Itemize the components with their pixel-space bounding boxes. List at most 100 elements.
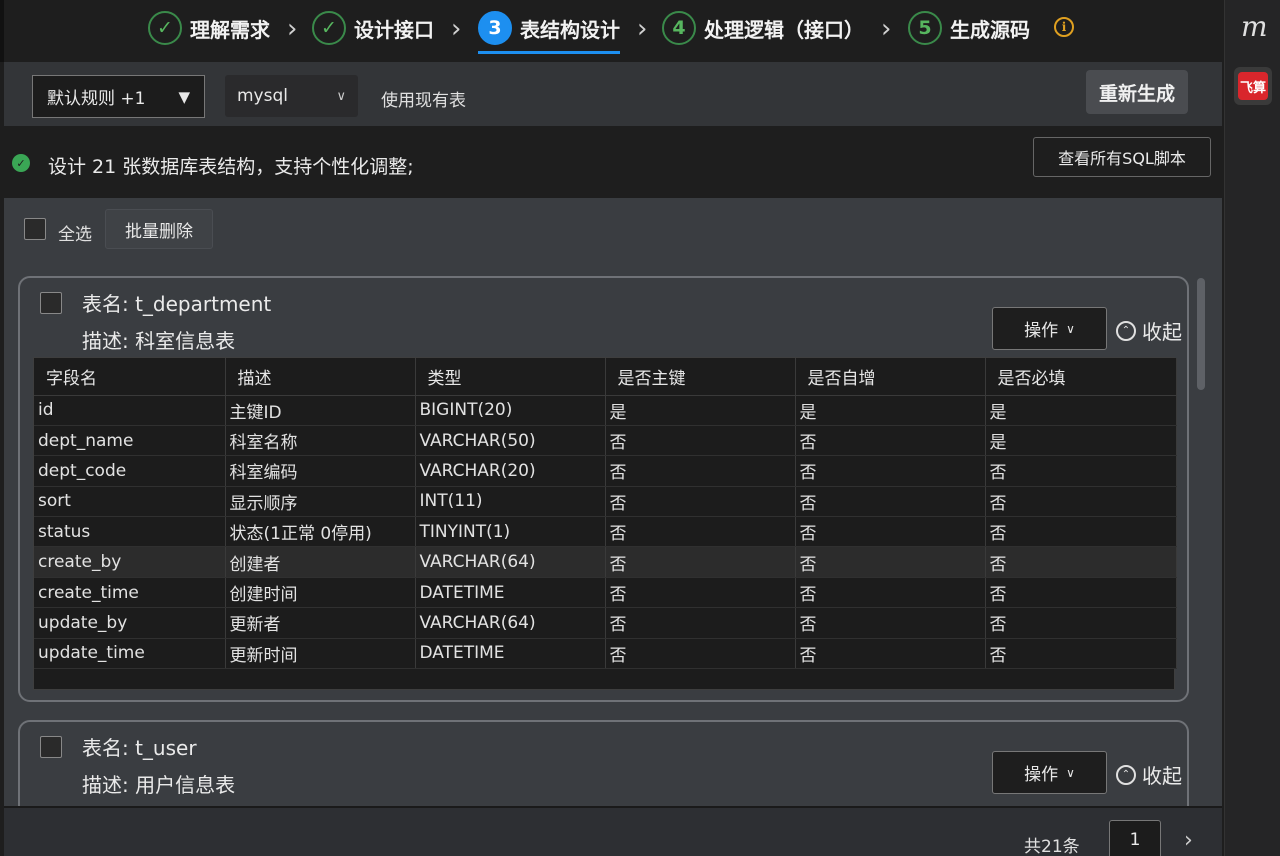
- table-row[interactable]: dept_name 科室名称 VARCHAR(50) 否否是: [34, 425, 1177, 457]
- step-number-badge: 4: [662, 11, 696, 45]
- table-cell: 否: [795, 425, 986, 457]
- step-table-design[interactable]: 3 表结构设计: [478, 8, 620, 54]
- chevron-down-icon: ∨: [336, 88, 346, 104]
- operations-dropdown[interactable]: 操作 ∨: [992, 751, 1107, 794]
- triangle-down-icon: ▼: [178, 87, 190, 106]
- table-cell: 否: [985, 455, 1177, 487]
- table-cell: 否: [795, 577, 986, 609]
- m-logo[interactable]: m: [1241, 10, 1268, 43]
- table-card: 表名: t_user 描述: 用户信息表 操作 ∨ ⌃ 收起: [18, 720, 1189, 806]
- database-select-value: mysql: [237, 86, 288, 106]
- page-number-input[interactable]: 1: [1109, 820, 1161, 856]
- check-circle-icon: ✓: [12, 154, 30, 172]
- status-text: 设计 21 张数据库表结构，支持个性化调整;: [48, 156, 414, 178]
- table-row[interactable]: create_by 创建者 VARCHAR(64) 否否否: [34, 546, 1177, 578]
- table-cell: VARCHAR(64): [415, 546, 606, 578]
- batch-delete-button[interactable]: 批量删除: [105, 209, 213, 249]
- table-row[interactable]: dept_code 科室编码 VARCHAR(20) 否否否: [34, 455, 1177, 487]
- table-cell: 是: [605, 395, 796, 426]
- collapse-toggle[interactable]: ⌃ 收起: [1116, 316, 1182, 345]
- active-step-underline: [478, 51, 620, 54]
- table-row[interactable]: status 状态(1正常 0停用) TINYINT(1) 否否否: [34, 516, 1177, 548]
- column-header: 字段名: [34, 358, 226, 396]
- table-cell: 否: [985, 577, 1177, 609]
- vertical-scrollbar[interactable]: [1197, 278, 1205, 390]
- table-cell: 否: [795, 455, 986, 487]
- step-process-logic[interactable]: 4 处理逻辑（接口）: [662, 8, 864, 48]
- table-cell: DATETIME: [415, 638, 606, 670]
- table-header-row: 字段名 描述 类型 是否主键 是否自增 是否必填: [34, 358, 1177, 396]
- view-all-sql-button[interactable]: 查看所有SQL脚本: [1033, 137, 1211, 177]
- table-row[interactable]: update_by 更新者 VARCHAR(64) 否否否: [34, 607, 1177, 639]
- table-name: 表名: t_department: [82, 292, 272, 316]
- table-cell: 否: [605, 486, 796, 518]
- table-cell: create_time: [34, 577, 226, 609]
- chevron-right-icon: ›: [881, 14, 892, 44]
- table-cell: 创建时间: [225, 577, 416, 609]
- select-all-checkbox[interactable]: [24, 218, 46, 240]
- table-cell: dept_name: [34, 425, 226, 457]
- stepper: ✓ 理解需求 › ✓ 设计接口 › 3 表结构设计 › 4 处理逻辑（接口） ›…: [0, 0, 1224, 62]
- right-sidebar: m 飞算: [1224, 0, 1280, 856]
- column-header: 是否必填: [985, 358, 1177, 396]
- table-cell: TINYINT(1): [415, 516, 606, 548]
- table-cell: 科室编码: [225, 455, 416, 487]
- toolbar: 默认规则 +1 ▼ mysql ∨ 使用现有表 重新生成: [4, 62, 1222, 126]
- table-cell: 否: [605, 455, 796, 487]
- table-cell: VARCHAR(50): [415, 425, 606, 457]
- table-cell: VARCHAR(20): [415, 455, 606, 487]
- select-all-label[interactable]: 全选: [58, 220, 92, 245]
- chevron-right-icon: ›: [637, 14, 648, 44]
- table-cell: sort: [34, 486, 226, 518]
- table-cell: VARCHAR(64): [415, 607, 606, 639]
- step-understand-requirements[interactable]: ✓ 理解需求: [148, 8, 270, 48]
- table-name: 表名: t_user: [82, 736, 197, 760]
- table-cell: 状态(1正常 0停用): [225, 516, 416, 548]
- step-generate-code[interactable]: 5 生成源码: [908, 8, 1030, 48]
- chevron-down-icon: ∨: [1066, 765, 1075, 780]
- database-select[interactable]: mysql ∨: [225, 75, 358, 117]
- total-count: 共21条: [1024, 837, 1080, 856]
- table-description: 描述: 科室信息表: [82, 329, 236, 353]
- table-select-checkbox[interactable]: [40, 292, 62, 314]
- column-header: 描述: [225, 358, 416, 396]
- step-label: 设计接口: [354, 17, 434, 42]
- feishu-app-icon[interactable]: 飞算: [1234, 67, 1272, 105]
- regenerate-button[interactable]: 重新生成: [1086, 70, 1188, 114]
- table-cell: 否: [985, 516, 1177, 548]
- bulk-actions: 全选 批量删除: [4, 198, 1222, 268]
- table-row[interactable]: sort 显示顺序 INT(11) 否否否: [34, 486, 1177, 518]
- info-icon[interactable]: i: [1054, 17, 1074, 37]
- table-card: 表名: t_department 描述: 科室信息表 操作 ∨ ⌃ 收起 字段名…: [18, 276, 1189, 702]
- use-existing-table-link[interactable]: 使用现有表: [381, 86, 466, 111]
- table-cell: 否: [605, 607, 796, 639]
- rule-select-value: 默认规则 +1: [47, 89, 146, 109]
- table-row[interactable]: id 主键ID BIGINT(20) 是是是: [34, 395, 1177, 426]
- table-row[interactable]: update_time 更新时间 DATETIME 否否否: [34, 638, 1177, 670]
- table-row[interactable]: create_time 创建时间 DATETIME 否否否: [34, 577, 1177, 609]
- collapse-label: 收起: [1142, 764, 1182, 788]
- table-select-checkbox[interactable]: [40, 736, 62, 758]
- step-design-api[interactable]: ✓ 设计接口: [312, 8, 434, 48]
- status-banner: ✓ 设计 21 张数据库表结构，支持个性化调整; 查看所有SQL脚本: [4, 126, 1222, 198]
- table-cell: 更新时间: [225, 638, 416, 670]
- chevron-down-icon: ∨: [1066, 321, 1075, 336]
- table-cell: 否: [795, 607, 986, 639]
- table-cell: DATETIME: [415, 577, 606, 609]
- table-cell: id: [34, 395, 226, 426]
- table-cell: 科室名称: [225, 425, 416, 457]
- step-label: 理解需求: [190, 17, 270, 42]
- table-description: 描述: 用户信息表: [82, 773, 236, 797]
- feishu-icon-label: 飞算: [1238, 72, 1268, 100]
- collapse-toggle[interactable]: ⌃ 收起: [1116, 760, 1182, 789]
- check-icon: ✓: [148, 11, 182, 45]
- operations-dropdown[interactable]: 操作 ∨: [992, 307, 1107, 350]
- table-cell: 显示顺序: [225, 486, 416, 518]
- operations-label: 操作: [1024, 765, 1059, 785]
- table-cell: INT(11): [415, 486, 606, 518]
- table-cell: 否: [985, 486, 1177, 518]
- table-cell: 创建者: [225, 546, 416, 578]
- operations-label: 操作: [1024, 321, 1059, 341]
- chevron-right-icon[interactable]: ›: [1184, 828, 1193, 853]
- rule-select[interactable]: 默认规则 +1 ▼: [32, 75, 205, 118]
